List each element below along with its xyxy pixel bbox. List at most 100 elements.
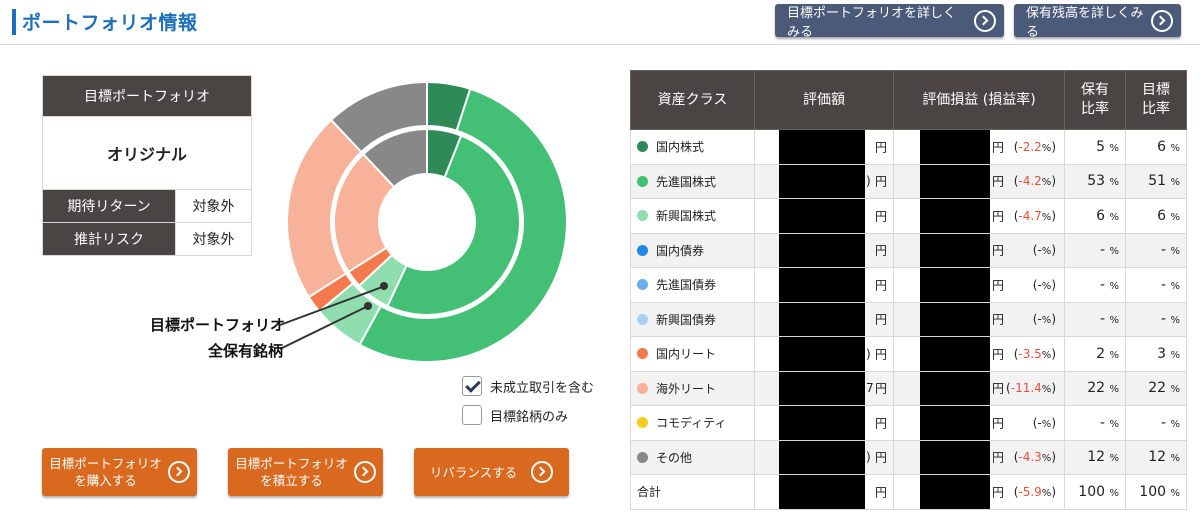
asset-color-dot: [637, 417, 648, 429]
yen-unit: 円: [875, 347, 888, 362]
asset-class-cell: 先進国株式: [630, 163, 755, 199]
expected-return-value: 対象外: [175, 189, 252, 223]
risk-label: 推計リスク: [42, 222, 176, 256]
col-pl: 評価損益 (損益率): [893, 70, 1065, 130]
pl-rate: (-%): [1032, 415, 1056, 430]
total-row: 合計 円 円 (-5.9%) 100 % 100 %: [630, 474, 1187, 510]
valuation-tail-digit: 7: [866, 381, 874, 396]
valuation-tail-digit: ): [866, 450, 871, 465]
redacted-pl: [920, 268, 990, 302]
legend-inner-label: 目標ポートフォリオ: [150, 316, 286, 334]
asset-color-dot: [637, 141, 648, 153]
target-portfolio-panel: 目標ポートフォリオ オリジナル 期待リターン 対象外 推計リスク 対象外: [42, 75, 252, 256]
col-valuation: 評価額: [754, 70, 894, 130]
chevron-right-icon: [974, 9, 996, 32]
holding-ratio-cell: 2 %: [1064, 336, 1126, 372]
pl-cell: 円 (-4.2%): [893, 163, 1065, 199]
target-ratio-cell: - %: [1125, 301, 1187, 337]
target-portfolio-detail-button[interactable]: 目標ポートフォリオを詳しくみる: [775, 4, 1004, 40]
holding-ratio-cell: 6 %: [1064, 198, 1126, 234]
valuation-tail-digit: ): [866, 346, 871, 361]
pl-rate: (-3.5%): [1013, 346, 1056, 361]
target-ratio-cell: 6 %: [1125, 198, 1187, 234]
accumulate-target-portfolio-button[interactable]: 目標ポートフォリオ を積立する: [228, 448, 383, 496]
asset-color-dot: [637, 175, 648, 187]
portfolio-name: オリジナル: [42, 116, 252, 190]
valuation-tail-digit: ): [866, 174, 871, 189]
yen-unit: 円: [875, 174, 888, 189]
table-row: 国内リート) 円円 (-3.5%) 2 % 3 %: [630, 336, 1187, 372]
asset-class-name: その他: [656, 450, 693, 465]
yen-unit: 円: [875, 450, 888, 465]
pl-rate: (-%): [1032, 277, 1056, 292]
valuation-cell: ) 円: [754, 439, 894, 475]
rebalance-button[interactable]: リバランスする: [414, 448, 569, 496]
buy-target-portfolio-button[interactable]: 目標ポートフォリオ を購入する: [42, 448, 197, 496]
redacted-pl: [920, 371, 990, 405]
redacted-pl: [920, 475, 990, 509]
redacted-valuation: [779, 440, 865, 474]
redacted-pl: [920, 440, 990, 474]
asset-class-name: 合計: [637, 485, 662, 500]
valuation-cell: 円: [754, 198, 894, 234]
pl-cell: 円 (-4.7%): [893, 198, 1065, 234]
asset-class-name: 先進国株式: [656, 174, 717, 189]
asset-color-dot: [637, 244, 648, 256]
asset-class-cell: 国内債券: [630, 232, 755, 268]
asset-class-cell: 国内株式: [630, 129, 755, 165]
page-title: ポートフォリオ情報: [22, 12, 198, 34]
table-header-row: 資産クラス 評価額 評価損益 (損益率) 保有 比率 目標 比率: [630, 70, 1187, 130]
redacted-valuation: [779, 475, 865, 509]
asset-class-name: コモディティ: [656, 416, 727, 431]
target-panel-header: 目標ポートフォリオ: [42, 75, 252, 117]
target-ratio-cell: 3 %: [1125, 336, 1187, 372]
table-row: 先進国株式) 円円 (-4.2%) 53 % 51 %: [630, 163, 1187, 199]
chevron-right-icon: [353, 461, 376, 483]
holding-ratio-cell: 12 %: [1064, 439, 1126, 475]
asset-class-cell: 先進国債券: [630, 267, 755, 303]
valuation-cell: ) 円: [754, 163, 894, 199]
yen-unit: 円: [875, 416, 888, 431]
asset-class-cell: 合計: [630, 474, 755, 510]
redacted-valuation: [779, 233, 865, 267]
inner-pointer-dot: [380, 282, 388, 290]
asset-color-dot: [637, 451, 648, 463]
target-ratio-cell: 12 %: [1125, 439, 1187, 475]
pl-rate: (-4.7%): [1013, 208, 1056, 223]
pl-rate: (-2.2%): [1013, 139, 1056, 154]
asset-class-name: 新興国債券: [656, 312, 717, 327]
target-ratio-cell: 22 %: [1125, 370, 1187, 406]
asset-class-cell: 新興国株式: [630, 198, 755, 234]
target-only-label: 目標銘柄のみ: [490, 410, 569, 425]
pl-rate: (-11.4%): [1006, 381, 1056, 396]
redacted-pl: [920, 199, 990, 233]
asset-color-dot: [637, 382, 648, 394]
yen-unit: 円: [992, 312, 1005, 327]
table-row: その他) 円円 (-4.3%) 12 % 12 %: [630, 439, 1187, 475]
yen-unit: 円: [875, 312, 888, 327]
col-target-ratio: 目標 比率: [1125, 70, 1187, 130]
redacted-pl: [920, 130, 990, 164]
redacted-valuation: [779, 406, 865, 440]
valuation-cell: 円: [754, 405, 894, 441]
redacted-valuation: [779, 268, 865, 302]
redacted-valuation: [779, 164, 865, 198]
pl-cell: 円 (-%): [893, 232, 1065, 268]
holdings-table: 資産クラス 評価額 評価損益 (損益率) 保有 比率 目標 比率 国内株式円円(…: [630, 70, 1187, 510]
yen-unit: 円: [875, 381, 888, 396]
asset-color-dot: [637, 210, 648, 222]
redacted-pl: [920, 302, 990, 336]
holding-ratio-cell: - %: [1064, 405, 1126, 441]
redacted-valuation: [779, 371, 865, 405]
target-only-checkbox[interactable]: [462, 405, 482, 425]
yen-unit: 円: [875, 278, 888, 293]
pl-cell: 円 (-2.2%): [893, 129, 1065, 165]
holding-ratio-cell: 53 %: [1064, 163, 1126, 199]
yen-unit: 円: [875, 140, 888, 155]
valuation-cell: 円: [754, 267, 894, 303]
redacted-pl: [920, 337, 990, 371]
chevron-right-icon: [531, 461, 554, 483]
asset-color-dot: [637, 348, 648, 360]
holdings-detail-button[interactable]: 保有残高を詳しくみる: [1014, 4, 1181, 40]
pending-trades-checkbox[interactable]: [462, 376, 482, 396]
